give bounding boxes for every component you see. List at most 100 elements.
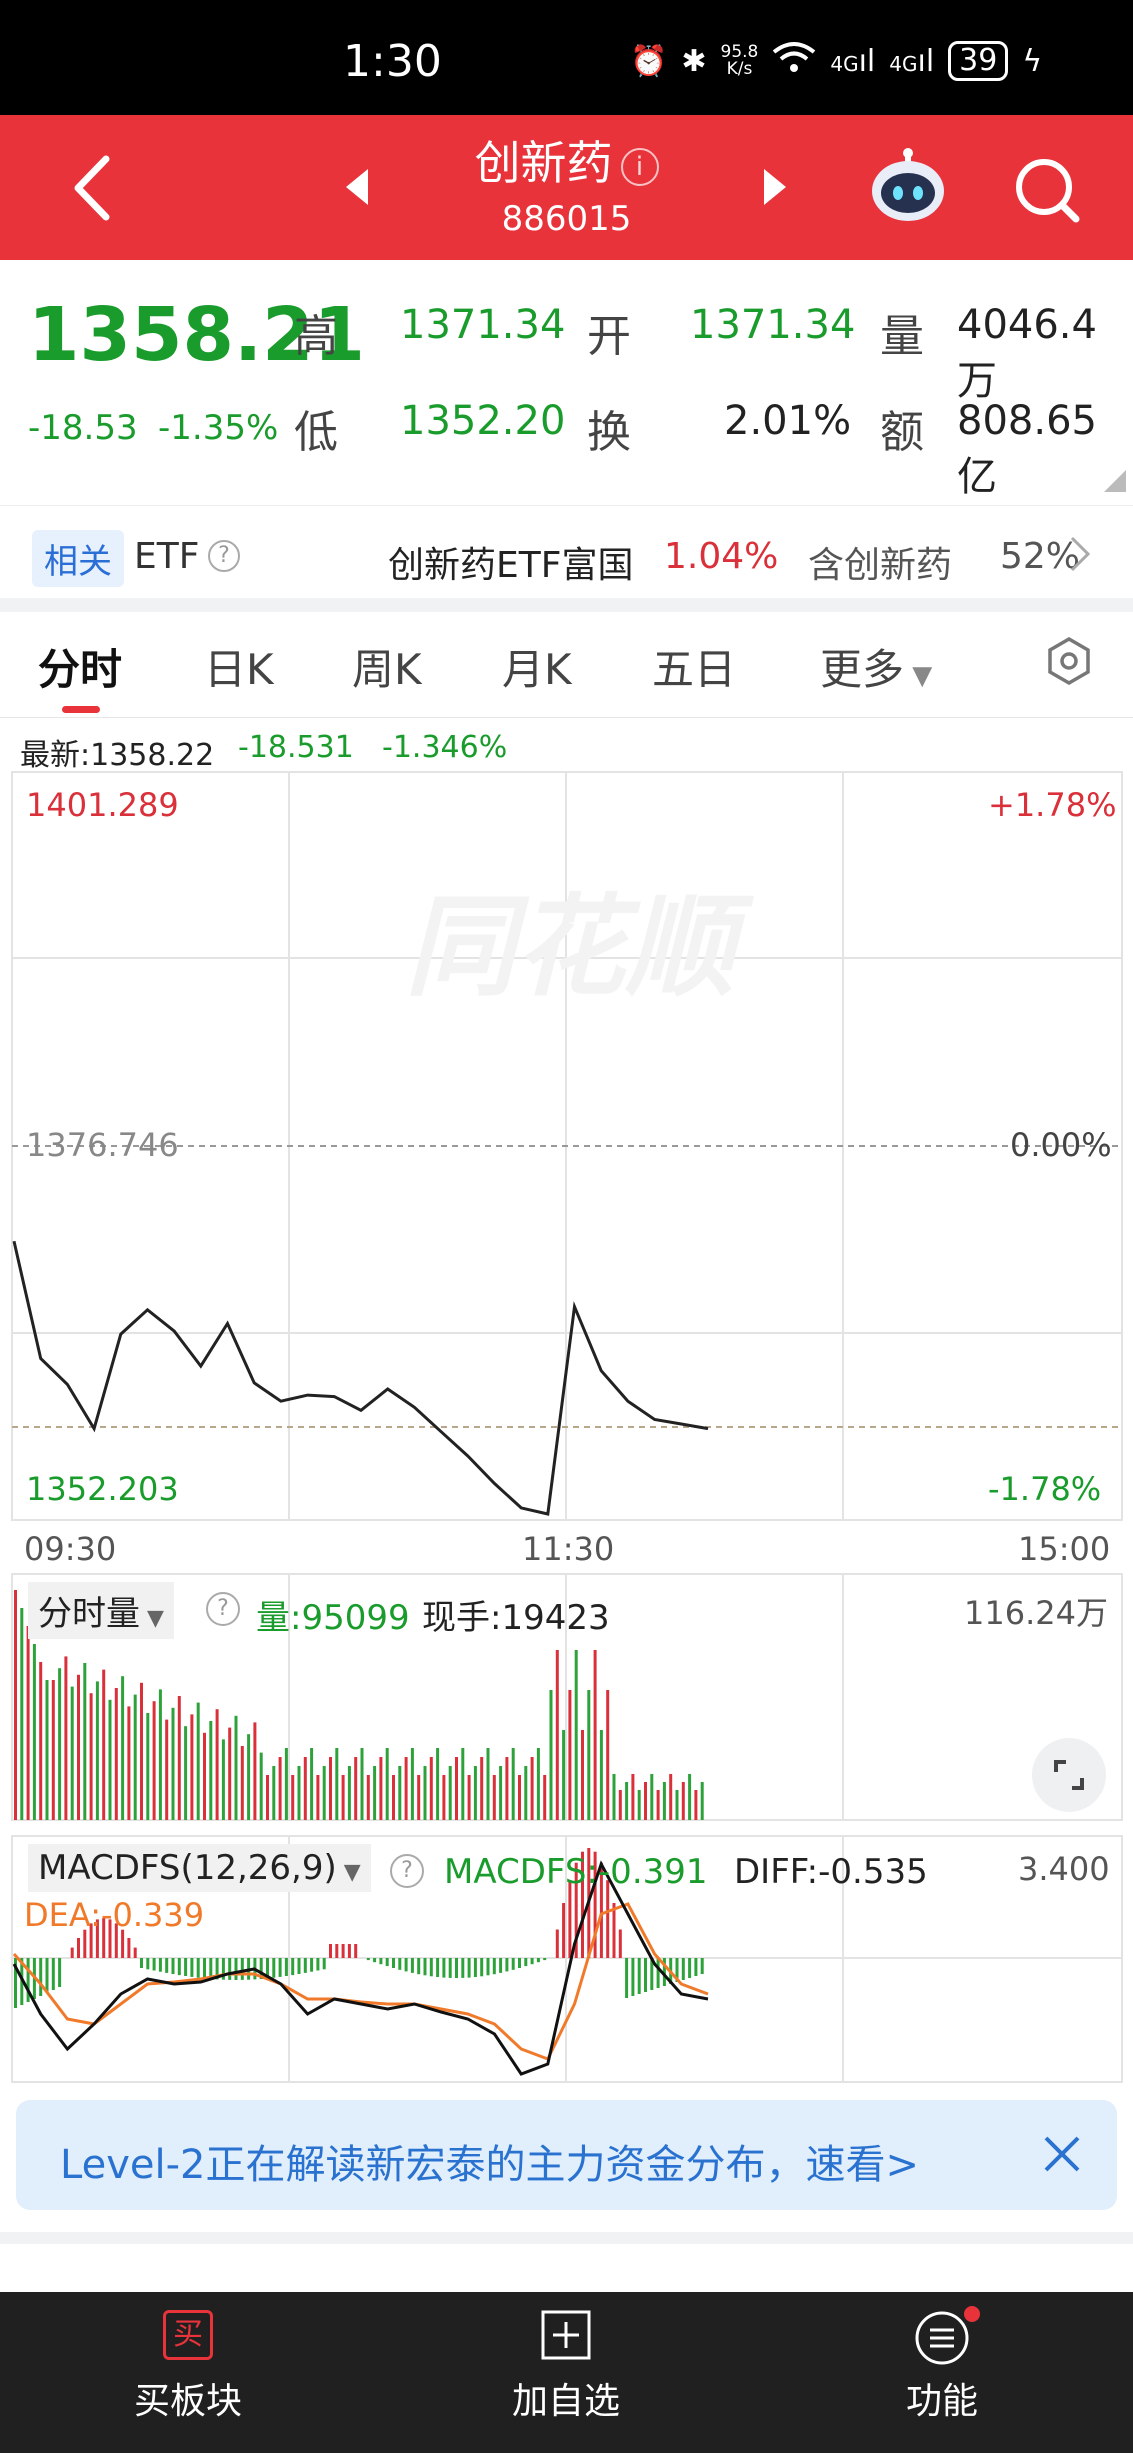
etf-name[interactable]: 创新药ETF富国 [388, 536, 633, 588]
volume-bar [196, 1702, 200, 1820]
volume-bar [266, 1775, 269, 1820]
macd-bar [329, 1944, 332, 1958]
macd-bar [631, 1958, 635, 1996]
volume-bar [77, 1674, 80, 1820]
volume-bar [505, 1757, 509, 1820]
macd-help-icon[interactable]: ? [390, 1854, 424, 1888]
volume-bar [574, 1650, 578, 1820]
tab-more[interactable]: 更多 ▼ [820, 636, 932, 697]
macd-bar [341, 1944, 345, 1958]
macd-bar [688, 1958, 692, 1978]
related-row[interactable]: 相关 ETF ? 创新药ETF富国 1.04% 含创新药 52% [0, 505, 1133, 605]
tab-daily-k[interactable]: 日K [204, 636, 274, 697]
turnover-value: 2.01% [724, 398, 852, 444]
macd-bar [492, 1958, 496, 1975]
macd-bar [700, 1958, 704, 1974]
volume-bar [631, 1774, 635, 1820]
expand-corner-icon[interactable] [1104, 470, 1126, 496]
related-tag: 相关 [32, 530, 124, 587]
help-icon[interactable]: ? [208, 540, 240, 572]
tab-monthly-k[interactable]: 月K [502, 636, 572, 697]
macd-bar [385, 1958, 389, 1967]
volume-help-icon[interactable]: ? [206, 1592, 240, 1626]
macd-bar [499, 1958, 503, 1973]
macd-bar [284, 1958, 288, 1976]
macd-bar [392, 1958, 395, 1968]
volume-bar [467, 1775, 471, 1820]
fullscreen-button[interactable] [1032, 1738, 1106, 1812]
volume-bar [486, 1748, 490, 1820]
bottom-divider [0, 2232, 1133, 2244]
open-value: 1371.34 [690, 302, 856, 348]
macd-bar [436, 1958, 440, 1977]
dea-value: DEA:-0.339 [24, 1896, 205, 1934]
volume-bar [291, 1775, 295, 1820]
search-icon[interactable] [1012, 155, 1082, 229]
macd-bar [530, 1958, 534, 1965]
volume-bar [499, 1766, 503, 1820]
status-icons: ⏰ ✱ 95.8 K/s 4Gıl 4Gıl 39 ϟ [630, 40, 1042, 82]
macd-bar [562, 1903, 566, 1958]
macd-bar [681, 1958, 685, 1980]
volume-bar [410, 1748, 414, 1820]
macd-bar [335, 1944, 339, 1958]
volume-bar [530, 1757, 534, 1820]
buy-sector-button[interactable]: 买 买板块 [88, 2310, 288, 2424]
close-icon[interactable] [1040, 2132, 1084, 2180]
macd-bar [404, 1958, 408, 1972]
battery-icon: 39 [948, 41, 1009, 81]
charging-icon: ϟ [1022, 43, 1043, 79]
volume-bar [662, 1782, 666, 1820]
notification-dot [964, 2306, 980, 2322]
macd-bar [366, 1958, 370, 1961]
next-stock-button[interactable] [760, 167, 790, 211]
tab-five-day[interactable]: 五日 [652, 636, 736, 697]
volume-bar [568, 1690, 572, 1820]
macd-bar [152, 1958, 156, 1971]
volume-bar [354, 1757, 358, 1820]
volume-bar [259, 1752, 263, 1820]
latest-change-pct: -1.346% [382, 730, 508, 765]
macd-bar [177, 1958, 181, 1976]
function-button[interactable]: 功能 [842, 2306, 1042, 2424]
buy-sector-label: 买板块 [133, 2381, 242, 2422]
diff-value: DIFF:-0.535 [734, 1852, 928, 1892]
macd-bar [196, 1958, 200, 1978]
volume-bar [625, 1782, 629, 1820]
status-time: 1:30 [343, 36, 442, 87]
volume-bar [492, 1775, 496, 1820]
tabs-divider [0, 717, 1133, 718]
chevron-right-icon [1068, 534, 1092, 578]
settings-icon[interactable] [1044, 636, 1094, 690]
macd-bar [127, 1938, 131, 1958]
axis-top-pct: +1.78% [988, 786, 1117, 824]
latest-price: 最新:1358.22 [20, 738, 215, 773]
volume-bar [549, 1690, 553, 1820]
macd-bar [165, 1958, 169, 1973]
volume-bar [64, 1656, 68, 1820]
volume-selector[interactable]: 分时量 ▼ [28, 1582, 174, 1639]
macd-selector[interactable]: MACDFS(12,26,9) ▼ [28, 1844, 371, 1892]
level2-banner[interactable]: Level-2正在解读新宏泰的主力资金分布，速看> [16, 2100, 1117, 2210]
macd-bar [146, 1958, 150, 1970]
volume-bar [184, 1726, 188, 1820]
macd-bar [45, 1958, 49, 1993]
macd-bar [505, 1958, 509, 1972]
macd-bar [203, 1958, 206, 1979]
volume-bar [644, 1782, 647, 1820]
tab-intraday[interactable]: 分时 [38, 636, 122, 697]
volume-bar [203, 1732, 206, 1820]
info-icon[interactable]: i [620, 147, 659, 186]
macd-bar [39, 1958, 43, 1996]
macd-bar [171, 1958, 175, 1974]
function-label: 功能 [905, 2381, 978, 2422]
robot-assistant-icon[interactable] [868, 145, 948, 229]
macd-bar [555, 1929, 559, 1958]
volume-bar [473, 1766, 477, 1820]
tab-weekly-k[interactable]: 周K [352, 636, 422, 697]
volume-bar [284, 1748, 288, 1820]
add-watchlist-button[interactable]: 加自选 [466, 2310, 666, 2424]
volume-bar [637, 1790, 641, 1820]
volume-bar [385, 1748, 389, 1820]
macd-bar [644, 1958, 647, 1992]
